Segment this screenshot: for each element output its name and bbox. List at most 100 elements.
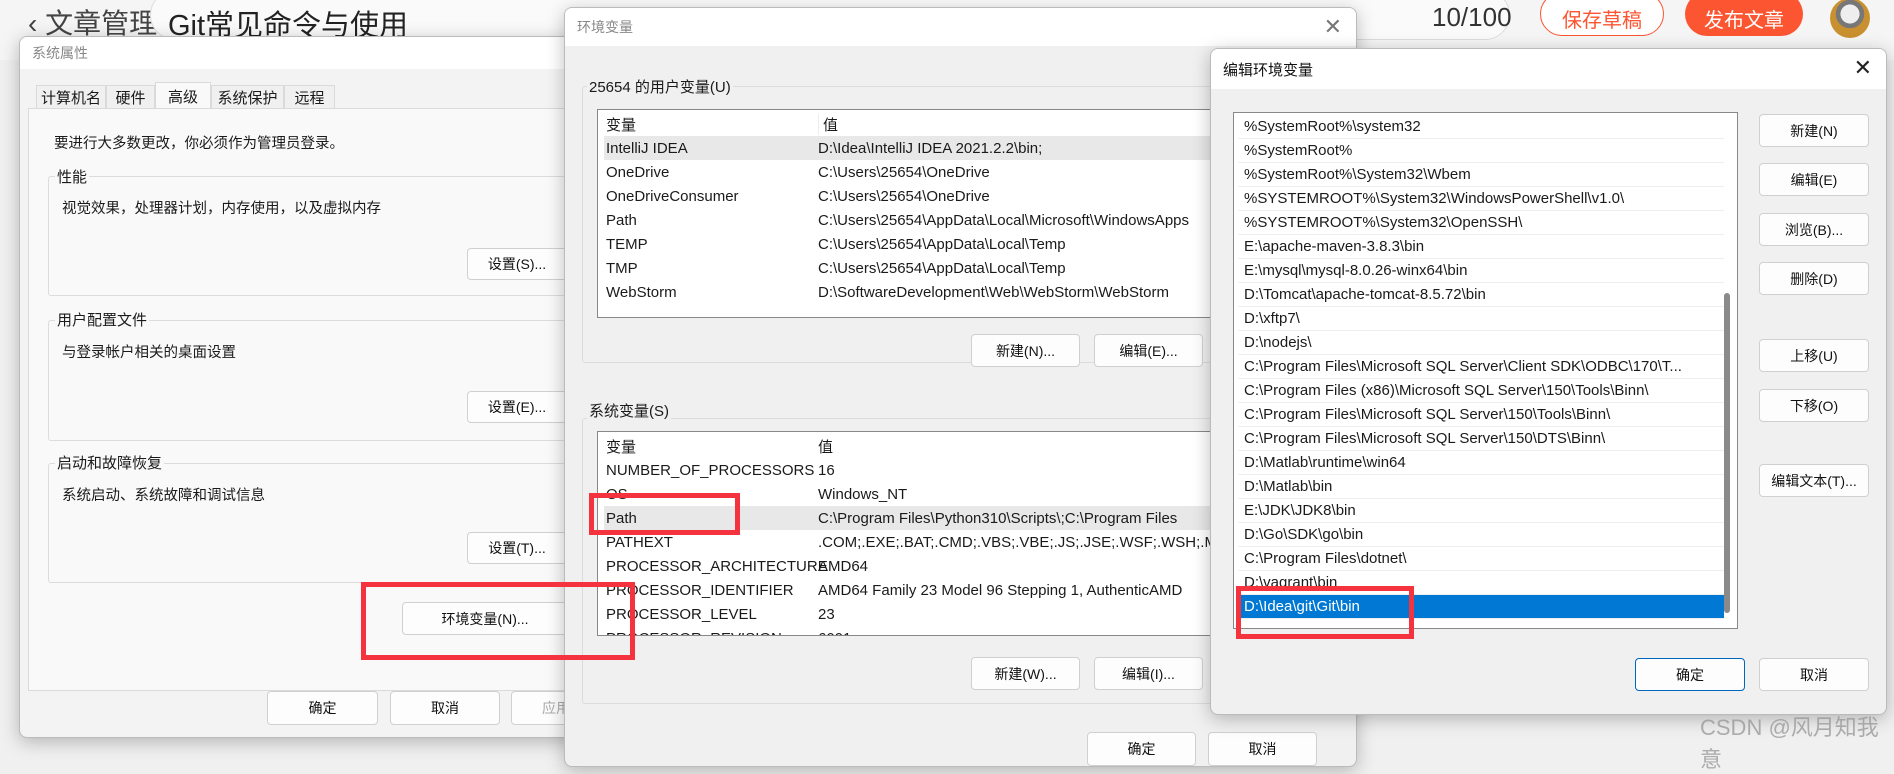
variable-name: TEMP <box>606 235 648 253</box>
publish-button[interactable]: 发布文章 <box>1685 0 1803 36</box>
list-item[interactable]: %SYSTEMROOT%\System32\WindowsPowerShell\… <box>1238 187 1724 211</box>
variable-value: D:\SoftwareDevelopment\Web\WebStorm\WebS… <box>818 283 1169 301</box>
close-icon[interactable]: ✕ <box>1854 55 1872 81</box>
list-item[interactable]: D:\Matlab\runtime\win64 <box>1238 451 1724 475</box>
dialog-title: 编辑环境变量 <box>1211 49 1886 89</box>
edit-button[interactable]: 编辑(E) <box>1759 163 1869 196</box>
variable-value: D:\Idea\IntelliJ IDEA 2021.2.2\bin; <box>818 139 1043 157</box>
group-desc: 系统启动、系统故障和调试信息 <box>62 488 265 504</box>
browse-button[interactable]: 浏览(B)... <box>1759 213 1869 246</box>
column-header-value[interactable]: 值 <box>818 436 833 457</box>
list-item[interactable]: %SYSTEMROOT%\System32\OpenSSH\ <box>1238 211 1724 235</box>
variable-value: C:\Users\25654\AppData\Local\Temp <box>818 235 1066 253</box>
list-item[interactable]: %SystemRoot% <box>1238 139 1724 163</box>
variable-value: AMD64 Family 23 Model 96 Stepping 1, Aut… <box>818 581 1183 599</box>
watermark: CSDN @风月知我意 <box>1700 715 1879 772</box>
back-label: 文章管理 <box>45 8 158 39</box>
move-up-button[interactable]: 上移(U) <box>1759 339 1869 372</box>
user-edit-button[interactable]: 编辑(E)... <box>1094 334 1203 367</box>
list-item[interactable]: D:\Tomcat\apache-tomcat-8.5.72\bin <box>1238 283 1724 307</box>
list-item[interactable]: C:\Program Files\Microsoft SQL Server\Cl… <box>1238 355 1724 379</box>
variable-value: 6001 <box>818 630 851 636</box>
new-button[interactable]: 新建(N) <box>1759 114 1869 147</box>
group-label: 启动和故障恢复 <box>55 452 165 473</box>
variable-value: .COM;.EXE;.BAT;.CMD;.VBS;.VBE;.JS;.JSE;.… <box>818 533 1238 551</box>
variable-value: 16 <box>818 461 835 479</box>
group-label: 系统变量(S) <box>587 400 671 421</box>
list-item[interactable]: E:\apache-maven-3.8.3\bin <box>1238 235 1724 259</box>
list-item[interactable]: C:\Program Files\Microsoft SQL Server\15… <box>1238 403 1724 427</box>
variable-name: IntelliJ IDEA <box>606 139 688 157</box>
ok-button[interactable]: 确定 <box>1635 658 1745 691</box>
variable-name: OneDrive <box>606 163 670 181</box>
variable-name: OneDriveConsumer <box>606 187 739 205</box>
variable-value: C:\Users\25654\OneDrive <box>818 163 990 181</box>
user-profile-settings-button[interactable]: 设置(E)... <box>467 391 567 423</box>
move-down-button[interactable]: 下移(O) <box>1759 389 1869 422</box>
startup-recovery-group <box>48 463 588 583</box>
list-item[interactable]: %SystemRoot%\System32\Wbem <box>1238 163 1724 187</box>
group-label: 25654 的用户变量(U) <box>587 76 733 97</box>
column-header-value[interactable]: 值 <box>818 113 838 135</box>
user-new-button[interactable]: 新建(N)... <box>971 334 1080 367</box>
tab-computer-name[interactable]: 计算机名 <box>36 85 106 109</box>
variable-name: TMP <box>606 259 638 277</box>
list-item[interactable]: D:\nodejs\ <box>1238 331 1724 355</box>
path-entries-list[interactable]: %SystemRoot%\system32 %SystemRoot% %System… <box>1233 112 1738 629</box>
variable-name: NUMBER_OF_PROCESSORS <box>606 461 815 479</box>
group-desc: 与登录帐户相关的桌面设置 <box>62 345 236 361</box>
dialog-title: 系统属性 <box>20 37 578 69</box>
list-item[interactable]: E:\mysql\mysql-8.0.26-winx64\bin <box>1238 259 1724 283</box>
variable-value: C:\Users\25654\AppData\Local\Microsoft\W… <box>818 211 1190 229</box>
cancel-button[interactable]: 取消 <box>1208 732 1317 766</box>
dialog-title: 环境变量 <box>565 8 1356 46</box>
tab-hardware[interactable]: 硬件 <box>106 85 155 109</box>
variable-name: WebStorm <box>606 283 677 301</box>
highlight-box-path <box>589 493 740 535</box>
scrollbar-thumb[interactable] <box>1724 293 1730 613</box>
list-item[interactable]: D:\Go\SDK\go\bin <box>1238 523 1724 547</box>
variable-name: PROCESSOR_LEVEL <box>606 605 757 623</box>
ok-button[interactable]: 确定 <box>1087 732 1196 766</box>
list-item[interactable]: C:\Program Files\Microsoft SQL Server\15… <box>1238 427 1724 451</box>
admin-note: 要进行大多数更改，你必须作为管理员登录。 <box>54 136 344 152</box>
edit-text-button[interactable]: 编辑文本(T)... <box>1759 464 1869 497</box>
save-draft-button[interactable]: 保存草稿 <box>1540 0 1664 36</box>
list-item[interactable]: %SystemRoot%\system32 <box>1238 115 1724 139</box>
variable-name: PROCESSOR_IDENTIFIER <box>606 581 794 599</box>
list-item[interactable]: D:\xftp7\ <box>1238 307 1724 331</box>
variable-name: PROCESSOR_REVISION <box>604 630 818 636</box>
system-new-button[interactable]: 新建(W)... <box>971 657 1080 690</box>
highlight-box-env-button <box>361 582 635 660</box>
delete-button[interactable]: 删除(D) <box>1759 262 1869 295</box>
variable-value: C:\Program Files\Python310\Scripts\;C:\P… <box>818 509 1178 527</box>
group-desc: 视觉效果，处理器计划，内存使用，以及虚拟内存 <box>62 201 381 217</box>
startup-settings-button[interactable]: 设置(T)... <box>467 532 567 564</box>
list-item[interactable]: C:\Program Files\dotnet\ <box>1238 547 1724 571</box>
title-char-count: 10/100 <box>1432 2 1512 32</box>
highlight-box-git-path <box>1236 586 1414 639</box>
close-icon[interactable]: ✕ <box>1324 14 1342 40</box>
cancel-button[interactable]: 取消 <box>390 691 500 725</box>
variable-value: AMD64 <box>818 557 869 575</box>
list-item[interactable]: C:\Program Files (x86)\Microsoft SQL Ser… <box>1238 379 1724 403</box>
list-item[interactable]: E:\JDK\JDK8\bin <box>1238 499 1724 523</box>
tab-system-protection[interactable]: 系统保护 <box>211 85 284 109</box>
performance-settings-button[interactable]: 设置(S)... <box>467 248 567 280</box>
cancel-button[interactable]: 取消 <box>1759 658 1869 691</box>
variable-name: Path <box>606 211 637 229</box>
system-edit-button[interactable]: 编辑(I)... <box>1094 657 1203 690</box>
tab-advanced[interactable]: 高级 <box>155 82 211 109</box>
group-label: 性能 <box>55 166 90 187</box>
column-header-variable[interactable]: 变量 <box>604 114 818 135</box>
variable-name: PATHEXT <box>606 533 673 551</box>
variable-value: C:\Users\25654\AppData\Local\Temp <box>818 259 1066 277</box>
group-label: 用户配置文件 <box>55 309 150 330</box>
variable-value: 23 <box>818 605 835 623</box>
list-item[interactable]: D:\Matlab\bin <box>1238 475 1724 499</box>
tab-remote[interactable]: 远程 <box>284 85 335 109</box>
ok-button[interactable]: 确定 <box>267 691 378 725</box>
column-header-variable[interactable]: 变量 <box>604 436 818 457</box>
variable-name: PROCESSOR_ARCHITECTURE <box>606 557 828 575</box>
variable-value: Windows_NT <box>818 485 908 503</box>
